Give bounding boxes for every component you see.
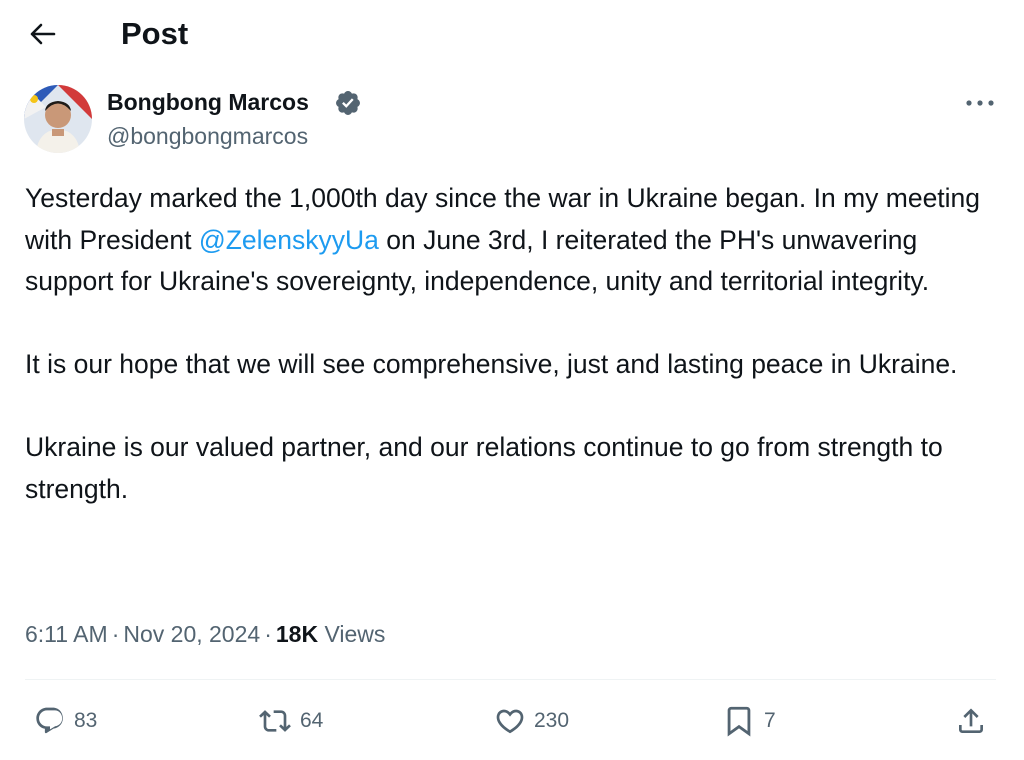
like-button[interactable]: 230 <box>494 700 569 742</box>
more-dots-icon <box>966 100 994 106</box>
avatar[interactable] <box>24 85 92 153</box>
bookmark-icon <box>727 706 751 737</box>
separator-dot: · <box>111 621 120 647</box>
bookmark-button[interactable]: 7 <box>722 700 776 742</box>
bookmark-count: 7 <box>764 709 776 732</box>
verified-badge-icon <box>336 91 360 115</box>
reply-button[interactable]: 83 <box>34 700 97 742</box>
heart-icon <box>496 709 524 734</box>
share-button[interactable] <box>955 700 987 742</box>
separator-dot: · <box>264 621 272 647</box>
post-header: Post <box>0 0 1024 68</box>
repost-icon <box>259 710 291 732</box>
reply-count: 83 <box>74 709 98 732</box>
divider <box>25 679 996 680</box>
post-paragraph: Ukraine is our valued partner, and our r… <box>25 432 943 504</box>
back-button[interactable] <box>22 16 62 52</box>
reply-icon <box>36 707 63 734</box>
author-handle[interactable]: @bongbongmarcos <box>107 121 308 151</box>
post-metadata: 6:11 AM · Nov 20, 2024 · 18K Views <box>25 618 385 650</box>
post-paragraph: It is our hope that we will see comprehe… <box>25 349 958 379</box>
post-time[interactable]: 6:11 AM <box>25 621 108 647</box>
share-icon <box>959 708 983 733</box>
post-paragraph: Yesterday marked the 1,000th day since t… <box>25 178 1000 303</box>
views-count: 18K <box>275 621 319 647</box>
post-text: Yesterday marked the 1,000th day since t… <box>25 178 1000 510</box>
author-name[interactable]: Bongbong Marcos <box>107 87 309 117</box>
arrow-left-icon <box>30 23 56 45</box>
mention-link[interactable]: @ZelenskyyUa <box>199 225 379 255</box>
views-label: Views <box>324 621 386 647</box>
like-count: 230 <box>534 709 570 732</box>
post-date[interactable]: Nov 20, 2024 <box>123 621 260 647</box>
more-options-button[interactable] <box>958 86 1002 120</box>
page-title: Post <box>121 16 189 51</box>
repost-count: 64 <box>300 709 324 732</box>
repost-button[interactable]: 64 <box>258 700 323 742</box>
